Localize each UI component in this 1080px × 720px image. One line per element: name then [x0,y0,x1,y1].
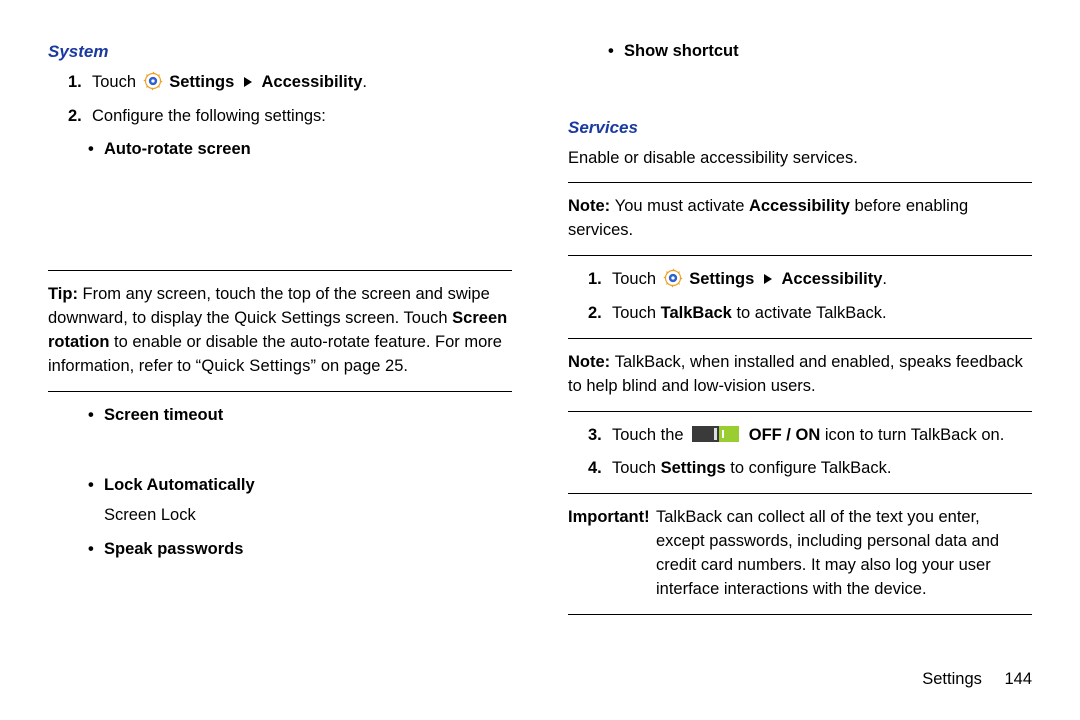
list-number: 1. [68,71,92,99]
list-number: 3. [588,424,612,451]
bullet-label: Speak passwords [104,538,243,562]
settings-label: Settings [689,270,754,288]
system-step-2: 2. Configure the following settings: [68,105,512,129]
list-number: 2. [588,302,612,326]
services-step-3: 3. Touch the OFF / ON icon to turn TalkB… [588,424,1032,451]
services-steps: 1. Touch Settings [568,268,1032,326]
list-content: Touch the OFF / ON icon to turn TalkBack… [612,424,1032,451]
right-top-bullets: • Show shortcut [568,40,1032,64]
important-block: Important! TalkBack can collect all of t… [568,506,1032,602]
talkback-label: TalkBack [661,304,732,322]
arrow-right-icon [243,76,253,86]
bullet-label: Show shortcut [624,40,739,64]
text: Touch [612,459,661,477]
services-intro: Enable or disable accessibility services… [568,147,1032,171]
divider [568,182,1032,183]
bullet-label: Auto-rotate screen [104,138,251,162]
services-step-1: 1. Touch Settings [588,268,1032,296]
note-lead: Note: [568,353,615,371]
bullet-lock-automatically: • Lock Automatically [88,474,512,498]
accessibility-label: Accessibility [262,73,363,91]
heading-system: System [48,40,512,65]
bullet-label: Screen timeout [104,404,223,428]
tip-text-3: on page 25. [316,357,408,375]
services-steps-continued: 3. Touch the OFF / ON icon to turn TalkB… [568,424,1032,481]
important-body: TalkBack can collect all of the text you… [656,506,1032,602]
bullet-icon: • [608,40,624,64]
divider [48,391,512,392]
list-number: 1. [588,268,612,296]
toggle-off-on-icon [692,425,740,451]
text: Touch [92,73,141,91]
list-number: 4. [588,457,612,481]
settings-label: Settings [169,73,234,91]
accessibility-label: Accessibility [782,270,883,288]
screen-lock-text: Screen Lock [104,504,512,528]
heading-services: Services [568,116,1032,141]
footer-page-number: 144 [1004,670,1032,688]
divider [568,411,1032,412]
tip-block: Tip: From any screen, touch the top of t… [48,283,512,379]
spacer [48,168,512,258]
services-step-2: 2. Touch TalkBack to activate TalkBack. [588,302,1032,326]
bullet-speak-passwords: • Speak passwords [88,538,512,562]
list-content: Touch Settings [92,71,512,99]
off-on-label: OFF / ON [749,426,821,444]
period: . [882,270,887,288]
settings-gear-icon [143,71,163,99]
text: icon to turn TalkBack on. [820,426,1004,444]
bullet-auto-rotate: • Auto-rotate screen [88,138,512,162]
list-content: Touch Settings [612,268,1032,296]
quick-settings-link: “Quick Settings” [196,357,317,375]
manual-page: System 1. Touch [0,0,1080,720]
list-number: 2. [68,105,92,129]
text: Touch [612,304,661,322]
settings-label: Settings [661,459,726,477]
system-bullets-continued: • Screen timeout • Lock Automatically Sc… [48,404,512,562]
text: Touch the [612,426,688,444]
bullet-icon: • [88,538,104,562]
note-lead: Note: [568,197,615,215]
list-content: Configure the following settings: [92,105,512,129]
note-bold: Accessibility [749,197,850,215]
divider [568,614,1032,615]
bullet-icon: • [88,138,104,162]
bullet-icon: • [88,404,104,428]
arrow-right-icon [763,273,773,283]
note-activate-accessibility: Note: You must activate Accessibility be… [568,195,1032,243]
note-body: TalkBack, when installed and enabled, sp… [568,353,1023,395]
bullet-screen-timeout: • Screen timeout [88,404,512,428]
left-column: System 1. Touch [48,40,512,690]
tip-text-1: From any screen, touch the top of the sc… [48,285,490,327]
list-content: Touch Settings to configure TalkBack. [612,457,1032,481]
spacer [568,70,1032,116]
bullet-icon: • [88,474,104,498]
note-text-a: You must activate [615,197,749,215]
divider [48,270,512,271]
important-lead: Important! [568,506,656,602]
divider [568,493,1032,494]
text: Touch [612,270,661,288]
bullet-label: Lock Automatically [104,474,255,498]
text: to configure TalkBack. [726,459,892,477]
tip-lead: Tip: [48,285,83,303]
footer-section: Settings [922,670,982,688]
page-footer: Settings 144 [922,668,1032,692]
divider [568,255,1032,256]
settings-gear-icon [663,268,683,296]
divider [568,338,1032,339]
system-step-1: 1. Touch Settings [68,71,512,99]
spacer [68,434,512,464]
list-content: Touch TalkBack to activate TalkBack. [612,302,1032,326]
services-step-4: 4. Touch Settings to configure TalkBack. [588,457,1032,481]
system-steps: 1. Touch Settings [48,71,512,163]
note-talkback-description: Note: TalkBack, when installed and enabl… [568,351,1032,399]
right-column: • Show shortcut Services Enable or disab… [568,40,1032,690]
text: to activate TalkBack. [732,304,887,322]
period: . [362,73,367,91]
bullet-show-shortcut: • Show shortcut [608,40,1032,64]
